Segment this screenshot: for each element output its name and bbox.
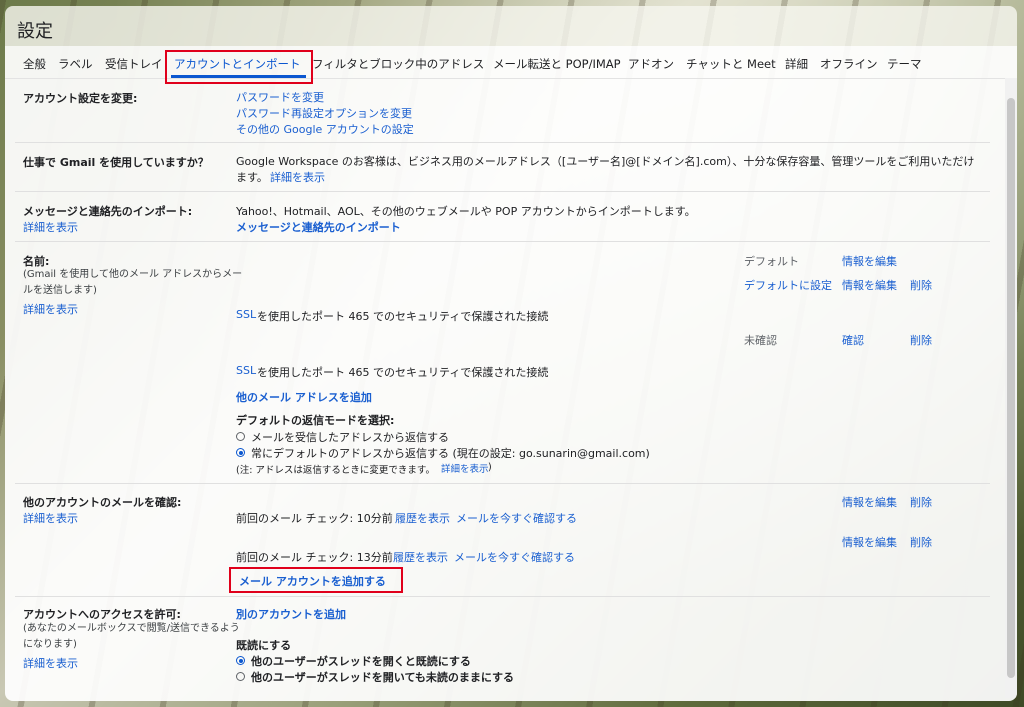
- reply-option-2-radio[interactable]: [236, 448, 245, 457]
- scrollbar[interactable]: [1005, 78, 1017, 698]
- other-google-settings-link[interactable]: その他の Google アカウントの設定: [236, 121, 414, 137]
- unverified-status: 未確認: [744, 334, 777, 347]
- reply-note-link[interactable]: 詳細を表示: [441, 461, 489, 475]
- reply-option-2-label: 常にデフォルトのアドレスから返信する (現在の設定: go.sunarin@gm…: [251, 447, 650, 460]
- grant-access-sub-1: (あなたのメールボックスで閲覧/送信できるよう: [23, 623, 240, 634]
- check-mail-label: 他のアカウントのメールを確認:: [23, 496, 182, 509]
- grant-access-sub-2: になります): [23, 639, 77, 650]
- edit-info-link-2[interactable]: 情報を編集: [842, 277, 897, 293]
- delete-link-4[interactable]: 削除: [910, 534, 932, 550]
- grant-access-label: アカウントへのアクセスを許可:: [23, 608, 181, 621]
- import-link[interactable]: メッセージと連絡先のインポート: [236, 219, 401, 235]
- tab-themes[interactable]: テーマ: [887, 56, 922, 72]
- reply-mode-title: デフォルトの返信モードを選択:: [236, 414, 395, 427]
- tab-addons[interactable]: アドオン: [628, 56, 674, 72]
- mark-read-title: 既読にする: [236, 639, 292, 652]
- workspace-label: 仕事で Gmail を使用していますか？: [23, 156, 209, 169]
- last-check-2: 前回のメール チェック: 13分前: [236, 551, 393, 564]
- set-default-link[interactable]: デフォルトに設定: [744, 277, 832, 293]
- highlight-box-tab: [165, 50, 313, 84]
- read-option-2-label: 他のユーザーがスレッドを開いても未読のままにする: [251, 671, 515, 684]
- tab-forwarding-pop-imap[interactable]: メール転送と POP/IMAP: [493, 56, 621, 72]
- divider: [15, 191, 990, 192]
- tab-chat-meet[interactable]: チャットと Meet: [686, 56, 776, 72]
- reply-note: (注: アドレスは返信するときに変更できます。: [236, 465, 435, 476]
- ssl-text-2: を使用したポート 465 でのセキュリティで保護された接続: [257, 366, 549, 379]
- account-settings-label: アカウント設定を変更:: [23, 92, 138, 105]
- edit-info-link-3[interactable]: 情報を編集: [842, 494, 897, 510]
- import-label: メッセージと連絡先のインポート:: [23, 205, 193, 218]
- ssl-link-2[interactable]: SSL: [236, 364, 256, 377]
- edit-info-link-1[interactable]: 情報を編集: [842, 253, 897, 269]
- scrollbar-thumb[interactable]: [1007, 98, 1015, 678]
- edit-info-link-4[interactable]: 情報を編集: [842, 534, 897, 550]
- ssl-link-1[interactable]: SSL: [236, 308, 256, 321]
- reply-note-end: ): [488, 462, 492, 473]
- change-password-link[interactable]: パスワードを変更: [236, 89, 324, 105]
- tab-offline[interactable]: オフライン: [820, 56, 878, 72]
- read-option-2-radio[interactable]: [236, 672, 245, 681]
- verify-link[interactable]: 確認: [842, 332, 864, 348]
- reply-option-1-radio[interactable]: [236, 432, 245, 441]
- workspace-text-2: ます。: [236, 171, 268, 184]
- check-now-link-2[interactable]: メールを今すぐ確認する: [454, 549, 575, 565]
- grant-access-learn-more-link[interactable]: 詳細を表示: [23, 655, 78, 671]
- settings-header: 設定: [5, 6, 1017, 46]
- default-status: デフォルト: [744, 255, 799, 268]
- divider: [15, 142, 990, 143]
- last-check-1: 前回のメール チェック: 10分前: [236, 512, 393, 525]
- tab-filters[interactable]: フィルタとブロック中のアドレス: [312, 56, 484, 72]
- check-now-link-1[interactable]: メールを今すぐ確認する: [456, 510, 577, 526]
- history-link-2[interactable]: 履歴を表示: [393, 549, 448, 565]
- delete-link-2[interactable]: 削除: [910, 332, 932, 348]
- password-recovery-link[interactable]: パスワード再設定オプションを変更: [236, 105, 412, 121]
- settings-tabs: 全般 ラベル 受信トレイ アカウントとインポート フィルタとブロック中のアドレス…: [5, 46, 1005, 79]
- history-link-1[interactable]: 履歴を表示: [395, 510, 450, 526]
- tab-inbox[interactable]: 受信トレイ: [105, 56, 163, 72]
- send-as-sub-2: ルを送信します): [23, 285, 97, 296]
- divider: [15, 483, 990, 484]
- read-option-1-label: 他のユーザーがスレッドを開くと既読にする: [251, 655, 471, 668]
- settings-panel: 全般 ラベル 受信トレイ アカウントとインポート フィルタとブロック中のアドレス…: [5, 46, 1017, 701]
- import-text: Yahoo!、Hotmail、AOL、その他のウェブメールや POP アカウント…: [236, 205, 696, 218]
- workspace-learn-more-link[interactable]: 詳細を表示: [270, 169, 325, 185]
- reply-option-1-label: メールを受信したアドレスから返信する: [251, 431, 449, 444]
- add-another-account-link[interactable]: 別のアカウントを追加: [236, 606, 346, 622]
- workspace-text: Google Workspace のお客様は、ビジネス用のメールアドレス（[ユー…: [236, 155, 975, 168]
- check-mail-learn-more-link[interactable]: 詳細を表示: [23, 510, 78, 526]
- send-as-learn-more-link[interactable]: 詳細を表示: [23, 301, 78, 317]
- tab-advanced[interactable]: 詳細: [785, 56, 808, 72]
- read-option-1-radio[interactable]: [236, 656, 245, 665]
- tab-labels[interactable]: ラベル: [58, 56, 93, 72]
- delete-link-3[interactable]: 削除: [910, 494, 932, 510]
- ssl-text-1: を使用したポート 465 でのセキュリティで保護された接続: [257, 310, 549, 323]
- divider: [15, 596, 990, 597]
- add-address-link[interactable]: 他のメール アドレスを追加: [236, 389, 372, 405]
- import-learn-more-link[interactable]: 詳細を表示: [23, 219, 78, 235]
- divider: [15, 241, 990, 242]
- highlight-box-add-account: [229, 567, 403, 593]
- send-as-sub-1: (Gmail を使用して他のメール アドレスからメー: [23, 269, 243, 280]
- page-title: 設定: [17, 21, 53, 42]
- delete-link-1[interactable]: 削除: [910, 277, 932, 293]
- tab-general[interactable]: 全般: [23, 56, 46, 72]
